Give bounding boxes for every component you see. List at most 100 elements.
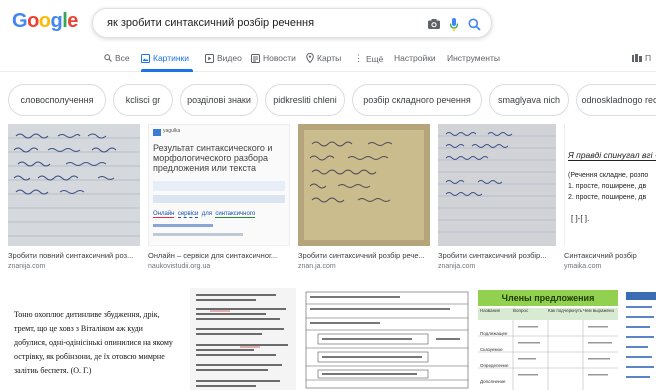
table-header-cell: Вопрос [513,308,529,313]
thumb-text-line: Тоню охоплює дитинливе збудження, дрік, [14,310,160,319]
result-caption: Синтаксичний розбір [564,251,637,260]
tab-video[interactable]: Видео [205,53,242,63]
result-source: znanija.com [438,263,476,270]
chip-item[interactable]: словосполучення [8,84,106,116]
thumb-scheme: [ ]-[ ]. [571,214,590,223]
tab-label: Инструменты [447,53,501,63]
result-thumbnail: Тоню охоплює дитинливе збудження, дрік, … [8,288,184,390]
tab-label: Картинки [153,53,190,63]
top-bar: Google як зробити синтаксичний розбір ре… [0,0,656,44]
image-result[interactable]: Зробити повний синтаксичний роз... znani… [8,124,140,274]
result-caption: Онлайн – сервіси для синтаксичног... [148,251,278,260]
thumb-text-line: 2. просте, поширене, дв [568,194,647,201]
thumb-table-title: Члены предложения [478,290,618,306]
sample-word: для [201,211,212,217]
thumb-text-line: острівку, як робінзони, де їх отовсю мим… [14,352,165,361]
google-logo[interactable]: Google [12,10,78,33]
result-thumbnail [302,288,472,390]
chip-item[interactable]: kcliscі gr [113,84,173,116]
thumb-title-line: Результат синтаксического и [153,143,273,153]
tab-settings[interactable]: Настройки [394,53,436,63]
sample-word: Онлайн [153,211,175,218]
thumb-title-line: предложения или текста [153,163,256,173]
result-thumbnail [8,124,140,246]
tab-label: П [645,53,652,63]
tab-label: Видео [217,53,242,63]
tab-images[interactable]: Картинки [141,53,189,63]
image-result[interactable]: Я правді спинугал вгі - (Речення складне… [564,124,656,274]
image-result[interactable] [302,288,472,390]
image-icon [141,53,150,63]
chip-item[interactable]: розділові знаки [180,84,258,116]
sample-word: синтаксичного [215,211,256,218]
result-thumbnail [624,288,656,390]
search-tabs: Все Картинки Видео Новости Карты ⋮ Ещё Н… [0,44,656,72]
image-result[interactable]: yagulka Результат синтаксического и морф… [148,124,290,274]
camera-icon[interactable] [425,15,443,33]
table-header-cell: Как подчеркнуть [548,308,583,313]
result-thumbnail: Я правді спинугал вгі - (Речення складне… [564,124,656,246]
tab-label: Все [115,53,130,63]
thumb-text-line: (Речення складне, розпо [568,172,649,179]
chip-item[interactable]: odnoskladnogo recher [576,84,656,116]
tab-all[interactable]: Все [104,53,130,63]
table-header-cell: Чем выражено [583,308,614,313]
thumb-line: Я правді спинугал вгі - [568,150,656,161]
thumb-text-line: 1. просте, поширене, дв [568,183,647,190]
logo-letter: o [27,10,39,32]
chip-item[interactable]: pidkreslitі chleni [265,84,345,116]
image-result[interactable]: Зробити синтаксичний розбір рече... znan… [298,124,430,274]
tab-label: Новости [263,53,296,63]
search-icon[interactable] [465,15,483,33]
thumb-text-line: залітиь беспетя. (О. Г.) [14,366,92,375]
search-box[interactable]: як зробити синтаксичний розбір речення [92,8,492,38]
thumb-text: (Речення складне, розпо 1. просте, пошир… [568,170,648,203]
image-result[interactable]: Члены предложения Название Вопрос Как по… [478,288,618,390]
tab-news[interactable]: Новости [251,53,296,63]
tab-more[interactable]: ⋮ Ещё [354,53,383,64]
logo-letter: o [38,10,51,32]
image-result[interactable] [624,288,656,390]
result-thumbnail [438,124,556,246]
tab-maps[interactable]: Карты [306,53,341,63]
result-thumbnail: yagulka Результат синтаксического и морф… [148,124,290,246]
result-source: ymaika.com [564,263,602,270]
image-result[interactable]: Тоню охоплює дитинливе збудження, дрік, … [8,288,184,390]
news-icon [251,53,260,63]
tab-label: Настройки [394,53,436,63]
logo-letter: G [12,10,28,32]
thumb-text: Тоню охоплює дитинливе збудження, дрік, … [14,308,173,378]
more-icon: ⋮ [354,53,363,63]
image-result[interactable]: Зробити синтаксичний розбір... znanija.c… [438,124,556,274]
tab-tools[interactable]: Инструменты [447,53,500,63]
chip-item[interactable]: розбір складного речення [352,84,482,116]
search-input[interactable]: як зробити синтаксичний розбір речення [107,17,314,29]
search-icon [104,54,112,62]
result-caption: Зробити синтаксичний розбір... [438,251,547,260]
site-name: yagulka [163,128,181,134]
result-thumbnail [190,288,296,390]
chip-item[interactable]: smaglyava nich [489,84,569,116]
result-caption: Зробити повний синтаксичний роз... [8,251,134,260]
saved-images[interactable]: П [632,53,651,63]
result-thumbnail: Члены предложения Название Вопрос Как по… [478,288,618,390]
image-result[interactable] [190,288,296,390]
underline-mock [153,224,213,227]
result-source: znan.ja.com [298,263,336,270]
logo-letter: e [67,10,78,32]
table-grid [478,320,618,390]
result-thumbnail [298,124,430,246]
microphone-icon[interactable] [445,15,463,33]
results-row: Зробити повний синтаксичний роз... znani… [0,124,656,284]
bookmark-grid-icon [632,53,642,62]
text-input-mock [153,195,285,203]
text-input-mock [153,181,285,191]
table-header-cell: Название [480,308,501,313]
active-tab-indicator [141,69,193,72]
sample-words: Онлайн сервіси для синтаксичного [153,211,285,218]
tab-label: Ещё [366,53,384,64]
result-caption: Зробити синтаксичний розбір рече... [298,251,425,260]
site-logo-icon [153,129,161,136]
related-searches: словосполучення kcliscі gr розділові зна… [0,84,656,118]
thumb-text-line: тремт, що це ховз з Віталіком аж куди [14,324,143,333]
